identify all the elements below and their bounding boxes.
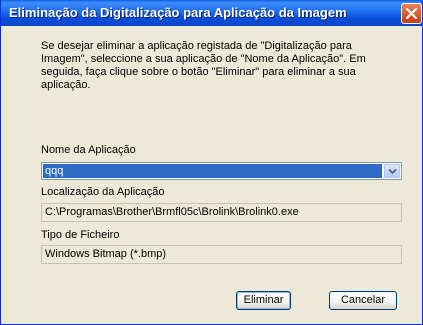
instructions-text: Se desejar eliminar a aplicação registad… <box>41 40 366 91</box>
chevron-down-icon <box>388 168 397 175</box>
app-name-label: Nome da Aplicação <box>41 144 136 156</box>
window-title: Eliminação da Digitalização para Aplicaç… <box>9 5 347 20</box>
cancel-button[interactable]: Cancelar <box>329 291 397 310</box>
dropdown-button[interactable] <box>384 164 400 178</box>
file-type-label: Tipo de Ficheiro <box>41 229 120 241</box>
app-location-label: Localização da Aplicação <box>41 186 165 198</box>
close-icon <box>406 8 417 19</box>
close-button[interactable] <box>401 3 422 24</box>
title-bar[interactable]: Eliminação da Digitalização para Aplicaç… <box>1 0 422 26</box>
app-name-selected-value: qqq <box>43 164 382 178</box>
file-type-field: Windows Bitmap (*.bmp) <box>41 245 402 264</box>
app-location-field: C:\Programas\Brother\Brmfl05c\Brolink\Br… <box>41 203 402 222</box>
dialog-content: Se desejar eliminar a aplicação registad… <box>1 26 422 324</box>
delete-button[interactable]: Eliminar <box>236 291 291 310</box>
app-name-select[interactable]: qqq <box>41 162 402 180</box>
dialog-window: Eliminação da Digitalização para Aplicaç… <box>0 0 423 325</box>
